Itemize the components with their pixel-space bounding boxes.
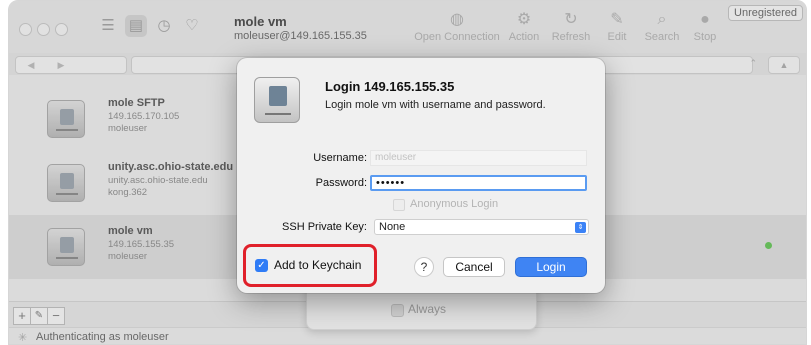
ssh-key-value: None <box>379 221 406 233</box>
cancel-button[interactable]: Cancel <box>443 257 505 277</box>
username-field[interactable]: moleuser <box>370 150 587 166</box>
keychain-highlight: ✓ Add to Keychain <box>243 244 377 287</box>
always-label: Always <box>408 302 447 316</box>
password-label: Password: <box>315 177 367 189</box>
login-button[interactable]: Login <box>515 257 587 277</box>
chevron-updown-icon: ⇕ <box>575 222 586 233</box>
ssh-key-label: SSH Private Key: <box>282 221 367 233</box>
login-dialog: Login 149.165.155.35 Login mole vm with … <box>237 58 605 293</box>
add-to-keychain-checkbox[interactable]: ✓ <box>255 259 268 272</box>
anonymous-login-checkbox[interactable] <box>393 199 405 211</box>
help-button[interactable]: ? <box>414 257 434 277</box>
username-label: Username: <box>313 152 367 164</box>
app-window: ☰ ▤ ◷ ♡ mole vm moleuser@149.165.155.35 … <box>8 0 807 345</box>
dialog-title: Login 149.165.155.35 <box>325 79 455 94</box>
always-checkbox[interactable] <box>391 304 404 317</box>
password-field[interactable]: •••••• <box>370 175 587 191</box>
ssh-key-select[interactable]: None ⇕ <box>374 219 589 235</box>
drive-icon <box>254 77 300 123</box>
dialog-message: Login mole vm with username and password… <box>325 99 546 111</box>
anonymous-login-label: Anonymous Login <box>410 198 499 210</box>
add-to-keychain-label[interactable]: Add to Keychain <box>274 258 361 272</box>
